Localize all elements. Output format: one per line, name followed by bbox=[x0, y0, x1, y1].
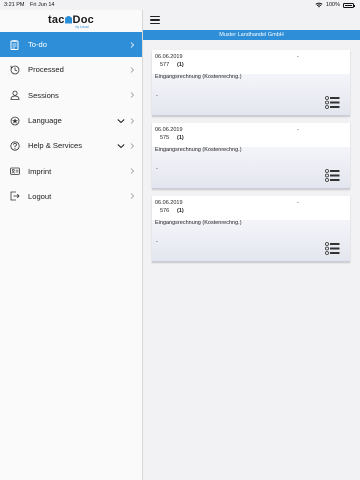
chevron-right-icon bbox=[130, 193, 135, 200]
card-detail: - bbox=[156, 93, 158, 99]
chevron-down-icon[interactable] bbox=[117, 118, 125, 124]
wifi-icon bbox=[315, 2, 323, 8]
card-document-type: Eingangsrechnung (Kostenrechng.) bbox=[155, 147, 242, 153]
top-bar bbox=[143, 10, 360, 30]
user-session-icon bbox=[10, 90, 20, 101]
sidebar-nav: To-do Processed Sessions Language Help &… bbox=[0, 32, 142, 209]
logo-mark bbox=[65, 15, 73, 24]
card-dash: - bbox=[297, 200, 299, 206]
card-dash: - bbox=[297, 127, 299, 133]
card-document-type: Eingangsrechnung (Kostenrechng.) bbox=[155, 74, 242, 80]
status-time: 3:21 PM bbox=[4, 2, 25, 8]
sidebar-item-label: To-do bbox=[28, 40, 47, 50]
chevron-right-icon bbox=[130, 41, 135, 48]
logout-icon bbox=[10, 192, 20, 201]
card-number: 576 bbox=[160, 208, 170, 214]
sidebar: tac Doc by Lexal To-do Processed Sessions bbox=[0, 10, 143, 480]
status-bar: 3:21 PM Fri Jun 14 100% bbox=[0, 0, 360, 10]
card-number: 575 bbox=[160, 135, 170, 141]
main-content: Muster Landhandel GmbH 06.06.2019 - 577 … bbox=[143, 10, 360, 480]
card-document-type: Eingangsrechnung (Kostenrechng.) bbox=[155, 220, 242, 226]
card-count: (1) bbox=[177, 62, 184, 68]
app-screen: 3:21 PM Fri Jun 14 100% tac Doc by Lexal … bbox=[0, 0, 360, 480]
card-number: 577 bbox=[160, 62, 170, 68]
card-date: 06.06.2019 bbox=[155, 54, 183, 60]
company-name-bar: Muster Landhandel GmbH bbox=[143, 30, 360, 40]
card-detail: - bbox=[156, 166, 158, 172]
details-list-icon[interactable] bbox=[325, 169, 340, 182]
card-dash: - bbox=[297, 54, 299, 60]
sidebar-item-label: Sessions bbox=[28, 90, 59, 100]
todo-list-icon bbox=[10, 39, 19, 50]
details-list-icon[interactable] bbox=[325, 96, 340, 109]
chevron-right-icon bbox=[130, 67, 135, 73]
id-card-icon bbox=[10, 167, 20, 175]
card-count: (1) bbox=[177, 208, 184, 214]
logo-text-tac: tac bbox=[48, 13, 65, 26]
details-list-icon[interactable] bbox=[325, 242, 340, 255]
sidebar-item-sessions[interactable]: Sessions bbox=[0, 83, 142, 108]
sidebar-item-help-services[interactable]: Help & Services bbox=[0, 133, 142, 158]
sidebar-item-todo[interactable]: To-do bbox=[0, 32, 142, 58]
card-count: (1) bbox=[177, 135, 184, 141]
sidebar-item-label: Processed bbox=[28, 65, 64, 75]
chevron-down-icon[interactable] bbox=[117, 143, 125, 149]
language-flag-icon bbox=[10, 116, 20, 125]
status-right: 100% bbox=[315, 0, 355, 10]
logo-subtitle: by Lexal bbox=[75, 24, 89, 29]
sidebar-item-label: Logout bbox=[28, 191, 52, 201]
card-date: 06.06.2019 bbox=[155, 200, 183, 206]
document-card[interactable]: 06.06.2019 - 575 (1) Eingangsrechnung (K… bbox=[152, 123, 350, 189]
hamburger-menu-icon[interactable] bbox=[150, 16, 160, 24]
help-circle-icon bbox=[10, 141, 20, 151]
battery-percent: 100% bbox=[325, 2, 340, 8]
sidebar-item-logout[interactable]: Logout bbox=[0, 184, 142, 209]
chevron-right-icon bbox=[130, 117, 135, 124]
history-clock-icon bbox=[10, 65, 20, 75]
chevron-right-icon bbox=[130, 168, 135, 174]
document-card[interactable]: 06.06.2019 - 577 (1) Eingangsrechnung (K… bbox=[152, 50, 350, 116]
sidebar-item-imprint[interactable]: Imprint bbox=[0, 158, 142, 183]
sidebar-item-label: Imprint bbox=[28, 166, 52, 176]
document-card[interactable]: 06.06.2019 - 576 (1) Eingangsrechnung (K… bbox=[152, 196, 350, 262]
chevron-right-icon bbox=[130, 92, 135, 99]
sidebar-item-language[interactable]: Language bbox=[0, 108, 142, 133]
card-detail: - bbox=[156, 239, 158, 245]
status-date: Fri Jun 14 bbox=[30, 2, 55, 8]
battery-icon bbox=[343, 2, 355, 8]
chevron-right-icon bbox=[130, 143, 135, 149]
card-date: 06.06.2019 bbox=[155, 127, 183, 133]
app-logo: tac Doc by Lexal bbox=[0, 10, 142, 32]
sidebar-item-processed[interactable]: Processed bbox=[0, 57, 142, 82]
